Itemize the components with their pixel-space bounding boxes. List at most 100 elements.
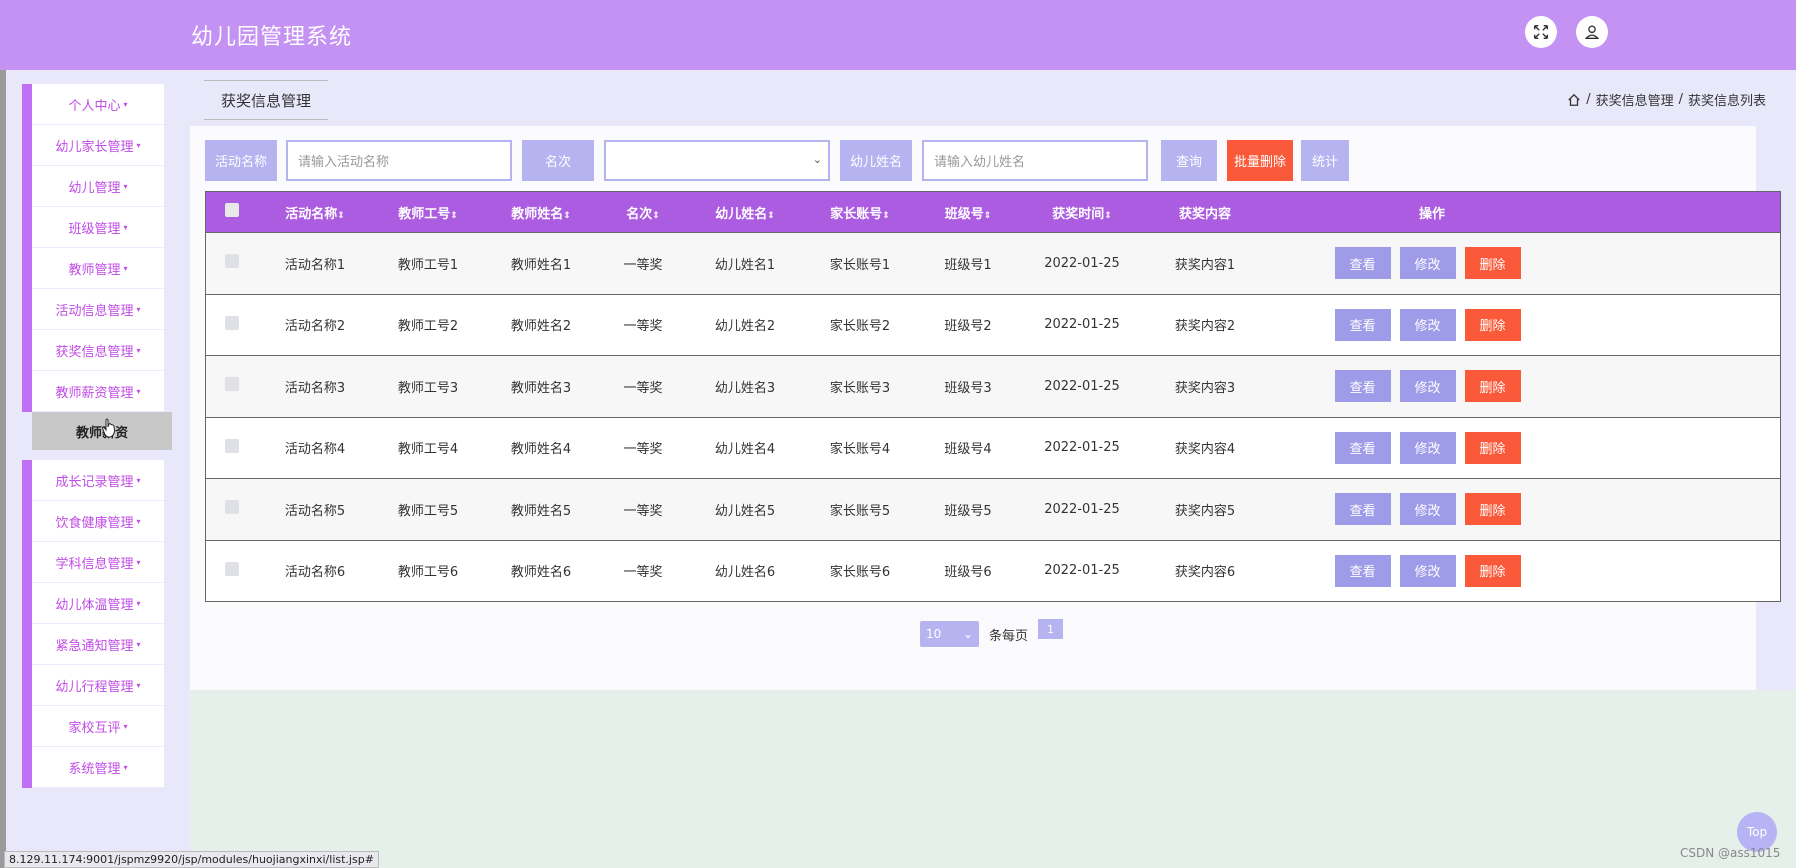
delete-button[interactable]: 删除 (1464, 308, 1521, 341)
delete-button[interactable]: 删除 (1464, 493, 1521, 526)
column-header[interactable]: 家长账号⇕ (802, 203, 918, 222)
caret-down-icon: ▾ (123, 263, 128, 273)
edit-button[interactable]: 修改 (1399, 554, 1456, 587)
caret-down-icon: ▾ (136, 598, 141, 608)
table-cell: 2022-01-25 (1044, 317, 1120, 333)
sidebar-item[interactable]: 幼儿家长管理 ▾ (32, 125, 164, 166)
delete-button[interactable]: 删除 (1464, 247, 1521, 280)
sidebar-item[interactable]: 教师薪资管理 ▾ (32, 371, 164, 412)
sidebar-item[interactable]: 家校互评 ▾ (32, 706, 164, 747)
table-cell: 幼儿姓名1 (714, 257, 776, 273)
table-cell: 一等奖 (623, 380, 663, 396)
delete-button[interactable]: 删除 (1464, 554, 1521, 587)
column-header[interactable]: 教师工号⇕ (372, 203, 484, 222)
rank-label: 名次 (522, 140, 594, 181)
table-cell: 一等奖 (623, 503, 663, 519)
tab-award-management[interactable]: 获奖信息管理 (204, 80, 328, 120)
column-header[interactable]: 班级号⇕ (918, 203, 1018, 222)
sort-icon[interactable]: ⇕ (450, 211, 458, 221)
main-area: 获奖信息管理 / 获奖信息管理 / 获奖信息列表 活动名称 请输入活动名称 名次… (190, 70, 1796, 868)
sidebar-item[interactable]: 成长记录管理 ▾ (32, 460, 164, 501)
column-header[interactable]: 幼儿姓名⇕ (688, 203, 802, 222)
column-header[interactable]: 获奖时间⇕ (1018, 203, 1146, 222)
window-left-edge (0, 0, 6, 868)
user-button[interactable] (1576, 16, 1608, 48)
rank-select[interactable]: ⌄ (604, 140, 830, 181)
sidebar-item[interactable]: 教师管理 ▾ (32, 248, 164, 289)
activity-name-input[interactable]: 请输入活动名称 (286, 140, 512, 181)
column-header[interactable]: 名次⇕ (598, 203, 688, 222)
app-title: 幼儿园管理系统 (191, 25, 353, 50)
sidebar-group-bottom: 成长记录管理 ▾ 饮食健康管理 ▾ 学科信息管理 ▾ 幼儿体温管理 ▾ 紧急通知管理 ▾ 幼儿行程管… (22, 460, 164, 788)
page-size-select[interactable]: 10 ⌄ (920, 621, 979, 647)
sidebar-item[interactable]: 系统管理 ▾ (32, 747, 164, 788)
sidebar-item[interactable]: 幼儿管理 ▾ (32, 166, 164, 207)
row-checkbox[interactable] (225, 561, 239, 576)
column-header[interactable]: 活动名称⇕ (258, 203, 372, 222)
sort-icon[interactable]: ⇕ (337, 211, 345, 221)
sidebar-item[interactable]: 幼儿行程管理 ▾ (32, 665, 164, 706)
page-number-current[interactable]: 1 (1038, 619, 1064, 639)
row-checkbox[interactable] (225, 315, 239, 330)
edit-button[interactable]: 修改 (1399, 493, 1456, 526)
sidebar-item[interactable]: 幼儿体温管理 ▾ (32, 583, 164, 624)
table-body: 活动名称1 教师工号1 教师姓名1 一等奖 幼儿姓名1 家长账号1 班级号1 2022-01-… (206, 232, 1780, 601)
sidebar-item[interactable]: 个人中心 ▾ (32, 84, 164, 125)
table-cell: 一等奖 (623, 319, 663, 335)
breadcrumb-section[interactable]: 获奖信息管理 (1596, 90, 1674, 109)
row-checkbox[interactable] (225, 377, 239, 392)
fullscreen-button[interactable] (1525, 16, 1557, 48)
sidebar-item[interactable]: 学科信息管理 ▾ (32, 542, 164, 583)
caret-down-icon: ▾ (136, 345, 141, 355)
view-button[interactable]: 查看 (1334, 370, 1391, 403)
view-button[interactable]: 查看 (1334, 493, 1391, 526)
breadcrumb-separator: / (1678, 92, 1683, 107)
table-cell: 教师姓名3 (510, 380, 572, 396)
column-header: 操作 (1264, 203, 1600, 222)
edit-button[interactable]: 修改 (1399, 308, 1456, 341)
sidebar-item-label: 成长记录管理 (55, 474, 134, 490)
delete-button[interactable]: 删除 (1464, 370, 1521, 403)
sort-icon[interactable]: ⇕ (563, 211, 571, 221)
child-name-input[interactable]: 请输入幼儿姓名 (922, 140, 1148, 181)
sidebar-item[interactable]: 饮食健康管理 ▾ (32, 501, 164, 542)
sort-icon[interactable]: ⇕ (652, 211, 660, 221)
batch-delete-button[interactable]: 批量删除 (1227, 140, 1293, 181)
column-header-label: 名次 (626, 206, 653, 222)
query-button[interactable]: 查询 (1161, 140, 1217, 181)
home-icon[interactable] (1567, 93, 1581, 107)
sort-icon[interactable]: ⇕ (1104, 211, 1112, 221)
edit-button[interactable]: 修改 (1399, 370, 1456, 403)
view-button[interactable]: 查看 (1334, 431, 1391, 464)
sidebar-item-label: 紧急通知管理 (55, 638, 134, 654)
row-checkbox[interactable] (225, 438, 239, 453)
column-header[interactable]: 教师姓名⇕ (484, 203, 598, 222)
stats-button[interactable]: 统计 (1301, 140, 1349, 181)
view-button[interactable]: 查看 (1334, 308, 1391, 341)
sidebar-item-label: 饮食健康管理 (55, 515, 134, 531)
table-header: 活动名称⇕ 教师工号⇕ 教师姓名⇕ 名次⇕ 幼儿姓名⇕ 家长账号⇕ 班级号⇕ 获奖时间⇕ 获奖内… (206, 192, 1780, 232)
caret-down-icon: ▾ (136, 304, 141, 314)
view-button[interactable]: 查看 (1334, 554, 1391, 587)
select-all-checkbox[interactable] (225, 203, 239, 217)
row-actions: 查看 修改 删除 (1264, 370, 1600, 403)
table-cell: 教师姓名2 (510, 319, 572, 335)
table-cell: 2022-01-25 (1044, 501, 1120, 517)
row-checkbox[interactable] (225, 254, 239, 269)
sort-icon[interactable]: ⇕ (882, 211, 890, 221)
sort-icon[interactable]: ⇕ (984, 211, 992, 221)
row-actions: 查看 修改 删除 (1264, 493, 1600, 526)
sidebar-item[interactable]: 活动信息管理 ▾ (32, 289, 164, 330)
view-button[interactable]: 查看 (1334, 247, 1391, 280)
sidebar-item[interactable]: 获奖信息管理 ▾ (32, 330, 164, 371)
sort-icon[interactable]: ⇕ (767, 211, 775, 221)
row-checkbox[interactable] (225, 500, 239, 515)
per-page-label: 条每页 (989, 628, 1029, 644)
table-cell: 教师工号1 (397, 257, 459, 273)
sidebar-item[interactable]: 班级管理 ▾ (32, 207, 164, 248)
edit-button[interactable]: 修改 (1399, 431, 1456, 464)
sidebar-item[interactable]: 紧急通知管理 ▾ (32, 624, 164, 665)
table-cell: 家长账号4 (829, 442, 891, 458)
delete-button[interactable]: 删除 (1464, 431, 1521, 464)
edit-button[interactable]: 修改 (1399, 247, 1456, 280)
